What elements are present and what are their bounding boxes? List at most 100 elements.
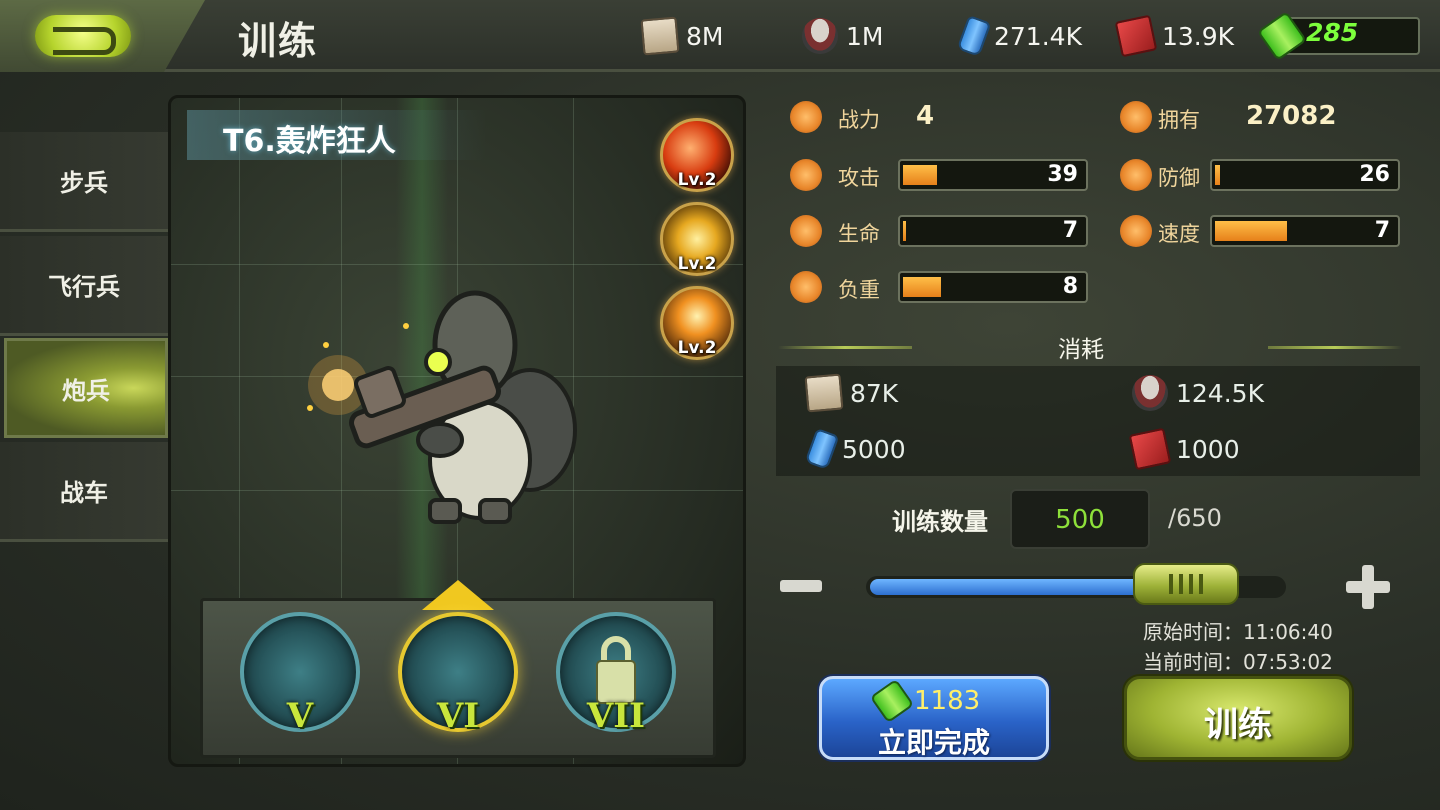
tab-infantry-label: 步兵 (60, 169, 108, 197)
fuel-canister-icon (1114, 14, 1158, 58)
defense-bar-fill (1215, 165, 1220, 185)
quantity-input[interactable]: 500 (1010, 489, 1150, 549)
tab-artillery-label: 炮兵 (62, 376, 110, 405)
resource-fuel: 13.9K (1114, 14, 1235, 58)
power-label: 战力 (838, 108, 880, 132)
resource-water: 271.4K (956, 14, 1082, 58)
grip-line (1199, 574, 1203, 594)
tab-artillery[interactable]: 炮兵 (4, 338, 168, 438)
increase-button[interactable] (1346, 565, 1390, 609)
resource-food-value: 1M (846, 21, 884, 51)
cost-paper: 87K (804, 373, 899, 413)
food-can-icon (802, 18, 838, 54)
skill-level: Lv.2 (677, 338, 717, 358)
quantity-max: /650 (1168, 504, 1222, 532)
attack-bar: 39 (898, 159, 1088, 191)
selected-pointer (422, 580, 494, 610)
load-label: 负重 (838, 278, 880, 302)
resource-battery-value: 285 (1306, 18, 1359, 47)
unit-name: T6.轰炸狂人 (223, 124, 396, 159)
variant-v-numeral: V (286, 696, 314, 736)
heart-icon (790, 215, 822, 247)
cost-paper-value: 87K (850, 378, 899, 408)
resource-fuel-value: 13.9K (1162, 21, 1235, 51)
resource-paper: 8M (640, 16, 724, 56)
variant-vi-numeral: VI (436, 696, 480, 736)
owned-label: 拥有 (1158, 108, 1200, 132)
quantity-slider-thumb[interactable] (1133, 563, 1239, 605)
target-icon (790, 159, 822, 191)
water-bottle-icon (804, 427, 840, 471)
train-button-label: 训练 (1204, 705, 1272, 745)
speed-icon (1120, 215, 1152, 247)
owned-value: 27082 (1246, 101, 1337, 131)
cost-fuel: 1000 (1128, 427, 1240, 471)
cost-food-value: 124.5K (1176, 378, 1264, 408)
grip-line (1189, 574, 1193, 594)
power-value: 4 (916, 101, 935, 131)
health-value: 7 (1062, 218, 1078, 243)
defense-label: 防御 (1158, 166, 1200, 190)
tab-vehicle[interactable]: 战车 (0, 442, 168, 542)
load-bar: 8 (898, 271, 1088, 303)
grid-line (171, 264, 743, 265)
skill-level: Lv.2 (677, 170, 717, 190)
resource-food: 1M (802, 16, 883, 56)
resource-paper-value: 8M (686, 21, 724, 51)
lock-icon (601, 636, 631, 662)
health-label: 生命 (838, 222, 880, 246)
attack-value: 39 (1047, 162, 1078, 187)
page-title: 训练 (238, 19, 319, 63)
health-bar: 7 (898, 215, 1088, 247)
cost-title: 消耗 (1058, 337, 1104, 363)
truck-icon (790, 271, 822, 303)
shield-icon (1120, 159, 1152, 191)
battery-icon (869, 678, 915, 724)
resource-battery (1256, 10, 1308, 62)
decrease-button[interactable] (780, 580, 822, 592)
train-button[interactable]: 训练 (1124, 676, 1352, 760)
health-bar-fill (903, 221, 906, 241)
speed-bar-fill (1215, 221, 1287, 241)
load-value: 8 (1062, 274, 1078, 299)
back-arrow-icon (34, 15, 131, 57)
speed-label: 速度 (1158, 222, 1200, 246)
tab-airborne-label: 飞行兵 (48, 273, 120, 301)
defense-value: 26 (1359, 162, 1390, 187)
cost-water-value: 5000 (842, 434, 906, 464)
water-bottle-icon (956, 14, 992, 58)
instant-complete-label: 立即完成 (877, 726, 990, 759)
instant-cost-row: 1183 (869, 678, 980, 724)
fist-icon (790, 101, 822, 133)
current-time-value: 07:53:02 (1243, 650, 1333, 674)
variant-vii-numeral: VII (586, 696, 646, 736)
current-time-row: 当前时间：07:53:02 (1143, 646, 1333, 675)
quantity-slider-fill (870, 579, 1141, 595)
original-time-label: 原始时间： (1143, 620, 1243, 644)
battery-icon (1256, 10, 1308, 62)
attack-label: 攻击 (838, 166, 880, 190)
speed-value: 7 (1374, 218, 1390, 243)
current-time-label: 当前时间： (1143, 650, 1243, 674)
tab-vehicle-label: 战车 (60, 479, 108, 507)
attack-bar-fill (903, 165, 937, 185)
grip-line (1169, 574, 1173, 594)
paper-icon (640, 16, 680, 56)
tab-infantry[interactable]: 步兵 (0, 132, 168, 232)
cost-food: 124.5K (1132, 373, 1264, 413)
instant-complete-button[interactable]: 1183 立即完成 (819, 676, 1049, 760)
cost-divider-left (778, 346, 912, 349)
load-bar-fill (903, 277, 941, 297)
original-time-value: 11:06:40 (1243, 620, 1333, 644)
defense-bar: 26 (1210, 159, 1400, 191)
quantity-label: 训练数量 (892, 508, 988, 536)
soldier-illustration (307, 290, 577, 524)
cost-divider-right (1268, 346, 1402, 349)
paper-icon (804, 373, 844, 413)
cost-fuel-value: 1000 (1176, 434, 1240, 464)
skill-level: Lv.2 (677, 254, 717, 274)
speed-bar: 7 (1210, 215, 1400, 247)
fuel-canister-icon (1128, 427, 1172, 471)
food-can-icon (1132, 375, 1168, 411)
tab-airborne[interactable]: 飞行兵 (0, 236, 168, 336)
